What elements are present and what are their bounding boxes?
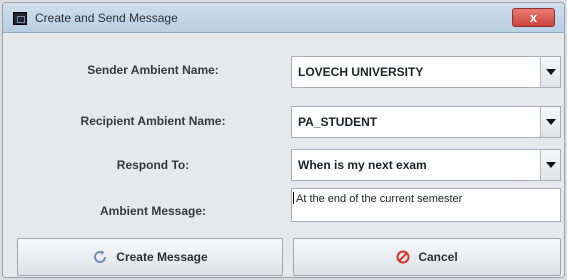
chevron-down-icon[interactable] bbox=[540, 107, 560, 137]
message-value: At the end of the current semester bbox=[296, 193, 463, 205]
close-icon: x bbox=[529, 10, 538, 25]
chevron-down-icon[interactable] bbox=[540, 150, 560, 180]
cancel-icon bbox=[396, 250, 410, 264]
ambient-message-input[interactable]: At the end of the current semester bbox=[291, 188, 561, 222]
close-button[interactable]: x bbox=[512, 8, 555, 27]
recipient-ambient-select[interactable]: PA_STUDENT bbox=[291, 106, 561, 138]
title-bar: Create and Send Message x bbox=[3, 3, 564, 33]
respond-to-label: Respond To: bbox=[116, 158, 190, 172]
sender-label: Sender Ambient Name: bbox=[87, 63, 219, 77]
recipient-value: PA_STUDENT bbox=[298, 115, 378, 129]
form-area: Sender Ambient Name: LOVECH UNIVERSITY R… bbox=[3, 34, 564, 277]
create-message-label: Create Message bbox=[116, 250, 208, 264]
respond-to-value: When is my next exam bbox=[298, 158, 427, 172]
cancel-button[interactable]: Cancel bbox=[293, 238, 561, 276]
recipient-label: Recipient Ambient Name: bbox=[80, 114, 226, 128]
create-message-button[interactable]: Create Message bbox=[17, 238, 283, 276]
chevron-down-icon[interactable] bbox=[540, 57, 560, 87]
sender-value: LOVECH UNIVERSITY bbox=[298, 65, 424, 79]
respond-to-select[interactable]: When is my next exam bbox=[291, 149, 561, 181]
text-caret bbox=[293, 191, 294, 204]
cancel-label: Cancel bbox=[418, 250, 458, 264]
window-app-icon bbox=[13, 12, 27, 25]
message-label: Ambient Message: bbox=[99, 204, 207, 218]
create-send-message-dialog: Create and Send Message x Sender Ambient… bbox=[2, 2, 565, 278]
window-title: Create and Send Message bbox=[35, 11, 178, 25]
sender-ambient-select[interactable]: LOVECH UNIVERSITY bbox=[291, 56, 561, 88]
refresh-icon bbox=[92, 249, 108, 265]
